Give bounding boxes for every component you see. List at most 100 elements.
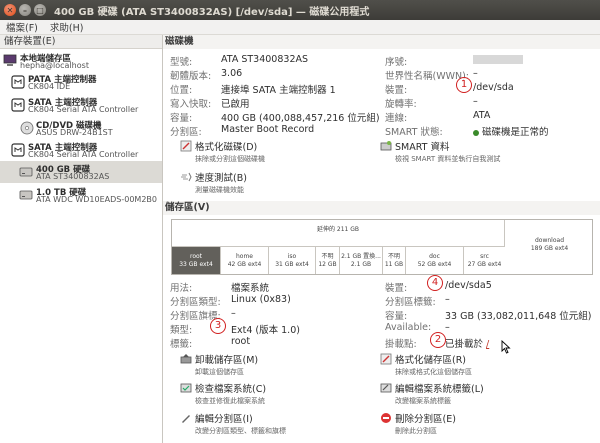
minimize-window-button[interactable]: – [19,4,31,16]
window-titlebar[interactable]: ✕ – □ 400 GB 硬碟 (ATA ST3400832AS) [/dev/… [0,0,600,20]
unmount-volume-button[interactable]: 卸載儲存區(M) 卸載這個儲存區 [195,352,258,377]
partition-iso[interactable]: iso 31 GB ext4 [268,247,315,274]
benchmark-button[interactable]: 速度測試(B) 測量磁碟機效能 [195,170,247,195]
fs-label-value: root [231,336,251,347]
partition-home[interactable]: home 42 GB ext4 [220,247,268,274]
edit-filesystem-label-button[interactable]: 編輯檔案系統標籤(L) 改變檔案系統標籤 [395,381,484,406]
main-panel: 磁碟機 型號: ATA ST3400832AS 韌體版本: 3.06 位置: 連… [163,35,600,443]
sidebar-item-pata-controller[interactable]: PATA 主端控制器 CK804 IDE [0,71,162,93]
partition-type-label: 分割區類型: [170,297,221,308]
unmount-icon [180,354,192,364]
partition-size: 189 GB ext4 [530,245,569,252]
partition-download[interactable]: download 189 GB ext4 [505,220,594,274]
edit-label-title: 編輯檔案系統標籤(L) [395,384,484,395]
firmware-label: 韌體版本: [170,71,212,82]
check-filesystem-button[interactable]: 檢查檔案系統(C) 檢查並修復此檔案系統 [195,381,266,406]
edit-label-desc: 改變檔案系統標籤 [395,397,451,405]
volume-capacity-value: 33 GB (33,082,011,648 位元組) [445,311,592,322]
usage-value: 檔案系統 [231,283,270,294]
benchmark-desc: 測量磁碟機效能 [195,186,244,194]
mount-point-label: 掛載點: [385,339,417,350]
fs-label-label: 標籤: [170,339,193,350]
partition-unknown-1[interactable]: 不明 12 GB [315,247,339,274]
format-disk-button[interactable]: 格式化磁碟(D) 抹除或分割這個磁碟機 [195,139,265,164]
connection-value: ATA [473,110,491,121]
partition-type-value: Linux (0x83) [231,294,291,305]
smart-status-value: 磁碟機是正常的 [473,124,549,138]
capacity-value: 400 GB (400,088,457,216 位元組) [221,113,380,124]
check-filesystem-title: 檢查檔案系統(C) [195,384,267,395]
partition-name: 不明 [321,253,334,260]
sidebar-item-subtitle: ATA WDC WD10EADS-00M2B0 [36,195,157,204]
model-label: 型號: [170,57,193,68]
partition-size: 33 GB ext4 [179,261,213,268]
edit-partition-button[interactable]: 編輯分割區(I) 改變分割區類型、標籤和旗標 [195,411,286,436]
close-window-button[interactable]: ✕ [4,4,16,16]
write-cache-label: 寫入快取: [170,99,212,110]
usage-label: 用法: [170,283,193,294]
menu-help[interactable]: 求助(H) [50,20,84,34]
partition-size: 11 GB [384,261,404,268]
partition-name: home [235,253,253,260]
check-filesystem-icon [180,383,192,393]
partition-doc[interactable]: doc 52 GB ext4 [405,247,463,274]
available-label: Available: [385,322,432,333]
location-value: 連接埠 SATA 主端控制器 1 [221,85,336,96]
edit-partition-icon [182,415,190,423]
partition-src[interactable]: src 27 GB ext4 [463,247,505,274]
smart-data-title: SMART 資料 [395,142,450,153]
partition-name: 2.1 GB 置換... [341,253,381,260]
rotation-value: – [473,96,478,107]
menu-file[interactable]: 檔案(F) [6,20,38,34]
partition-flags-value: – [231,308,236,319]
delete-partition-button[interactable]: 刪除分割區(E) 刪除此分割區 [395,411,456,436]
partition-unknown-2[interactable]: 不明 11 GB [382,247,405,274]
partition-size: 31 GB ext4 [275,261,309,268]
edit-partition-desc: 改變分割區類型、標籤和旗標 [195,427,286,435]
fs-type-label: 類型: [170,325,193,336]
sidebar-item-1tb-disk[interactable]: 1.0 TB 硬碟 ATA WDC WD10EADS-00M2B0 [0,184,162,206]
partition-size: 12 GB [318,261,337,268]
partition-label-value: – [445,294,450,305]
serial-label: 序號: [385,57,408,68]
sidebar-item-local-storage[interactable]: 本地端儲存區 hepha@localhost [0,50,162,72]
edit-label-icon [380,383,392,393]
computer-icon [3,54,17,66]
partition-name: doc [429,253,440,260]
annotation-marker-3: 3 [210,318,226,334]
extended-partition-name: 延伸的 [316,226,335,233]
sidebar-item-subtitle: ATA ST3400832AS [36,172,110,181]
connection-label: 連線: [385,113,408,124]
volume-device-label: 裝置: [385,283,408,294]
partition-map: 延伸的 211 GB download 189 GB ext4 root 33 … [171,219,593,275]
format-disk-icon [180,140,192,152]
extended-partition[interactable]: 延伸的 211 GB [172,220,505,247]
partition-root[interactable]: root 33 GB ext4 [172,247,220,274]
mount-prefix: 已掛載於 [445,339,484,350]
format-volume-button[interactable]: 格式化儲存區(R) 抹除或格式化這個儲存區 [395,352,472,377]
mount-path-link[interactable]: / [486,339,489,350]
sidebar-item-sata-controller-2[interactable]: SATA 主端控制器 CK804 Serial ATA Controller [0,139,162,161]
partitioning-value: Master Boot Record [221,124,315,135]
partition-swap[interactable]: 2.1 GB 置換... 2.1 GB [339,247,382,274]
hard-disk-icon [19,190,33,200]
smart-data-desc: 檢視 SMART 資料並執行自我測試 [395,155,501,163]
delete-partition-desc: 刪除此分割區 [395,427,437,435]
serial-value-redacted [473,55,523,64]
maximize-window-button[interactable]: □ [34,4,46,16]
partition-label-label: 分割區標籤: [385,297,436,308]
smart-status-label: SMART 狀態: [385,127,443,138]
drive-device-value: /dev/sda [473,82,514,93]
sidebar-item-400gb-disk[interactable]: 400 GB 硬碟 ATA ST3400832AS [0,161,162,183]
sidebar-item-optical-drive[interactable]: CD/DVD 磁碟機 ASUS DRW-24B1ST [0,117,162,139]
smart-data-button[interactable]: SMART 資料 檢視 SMART 資料並執行自我測試 [395,139,500,164]
partition-size: 42 GB ext4 [227,261,262,268]
partition-name: iso [287,253,297,260]
partition-name: src [480,253,489,260]
rotation-label: 旋轉率: [385,99,417,110]
available-value: – [445,322,450,333]
sidebar-item-subtitle: CK804 IDE [28,82,71,91]
mouse-cursor-icon [501,340,511,354]
location-label: 位置: [170,85,193,96]
sidebar-item-sata-controller-1[interactable]: SATA 主端控制器 CK804 Serial ATA Controller [0,94,162,116]
